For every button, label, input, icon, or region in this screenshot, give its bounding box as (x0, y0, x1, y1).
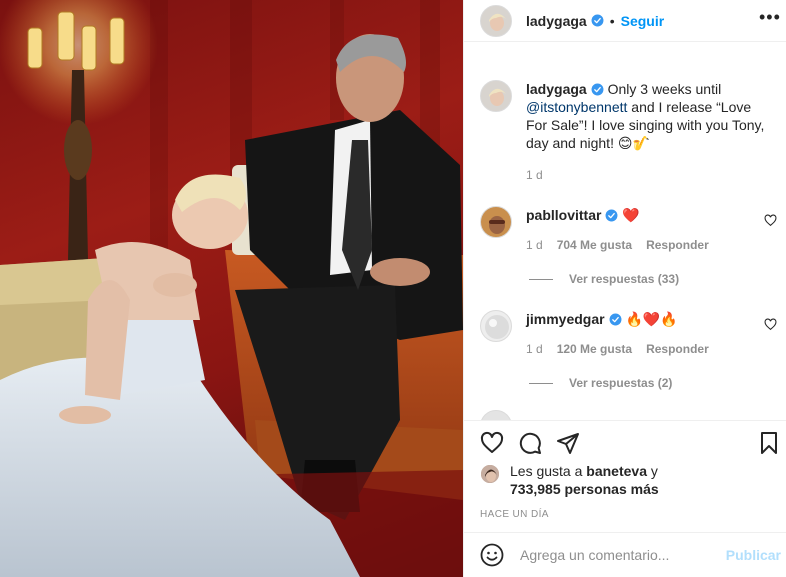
likes-summary: Les gusta a baneteva y 733,985 personas … (480, 462, 659, 498)
comment-like-heart-icon[interactable] (764, 318, 777, 331)
verified-icon (591, 83, 604, 96)
view-replies-label[interactable]: Ver respuestas (2) (569, 376, 672, 390)
post-caption: ladygaga Only 3 weeks until @itstonybenn… (480, 80, 770, 184)
avatar[interactable] (480, 206, 512, 238)
comment-username[interactable]: jimmyedgar (526, 311, 605, 327)
caption-mention-link[interactable]: @itstonybennett (526, 99, 627, 115)
comment-age: 1 d (526, 238, 543, 252)
emoji-icon[interactable] (480, 543, 504, 567)
post-header: ladygaga • Seguir ••• (464, 0, 786, 42)
comment-likes-count[interactable]: 704 Me gusta (557, 238, 632, 252)
verified-icon (591, 14, 604, 27)
avatar[interactable] (480, 80, 512, 112)
like-heart-icon[interactable] (480, 431, 504, 455)
comment-content: jimmyedgar 🔥❤️🔥 1 d 120 Me gusta Responder (526, 310, 709, 358)
liker-username[interactable]: baneteva (586, 463, 647, 479)
share-paper-plane-icon[interactable] (556, 431, 580, 455)
comment-username[interactable]: pabllovittar (526, 207, 601, 223)
view-replies-button[interactable]: Ver respuestas (33) (529, 272, 679, 286)
comment-likes-count[interactable]: 120 Me gusta (557, 342, 632, 356)
caption-text: ladygaga Only 3 weeks until @itstonybenn… (526, 80, 770, 184)
comment-bubble-icon[interactable] (518, 431, 542, 455)
instagram-post: ladygaga • Seguir ••• ladygaga Only 3 we… (0, 0, 786, 577)
post-photo-illustration (0, 0, 463, 577)
caption-username[interactable]: ladygaga (526, 81, 587, 97)
bookmark-icon[interactable] (757, 431, 781, 455)
likes-count-link[interactable]: 733,985 personas más (510, 481, 659, 497)
separator-dot: • (609, 12, 615, 29)
save-button[interactable] (757, 431, 781, 458)
comment-age: 1 d (526, 342, 543, 356)
post-photo[interactable] (0, 0, 463, 577)
likes-joiner: y (650, 463, 658, 479)
add-comment-bar: Agrega un comentario... Publicar (464, 532, 786, 577)
comment-input[interactable]: Agrega un comentario... (520, 547, 726, 563)
action-icons (480, 431, 580, 455)
post-side-panel: ladygaga • Seguir ••• ladygaga Only 3 we… (463, 0, 786, 577)
comment-meta: 1 d 120 Me gusta Responder (526, 340, 709, 358)
comment-like-heart-icon[interactable] (764, 214, 777, 227)
more-options-icon[interactable]: ••• (759, 8, 780, 30)
comment-text: 🔥❤️🔥 (625, 311, 678, 327)
replies-divider-line (529, 382, 553, 384)
post-timestamp[interactable]: HACE UN DÍA (480, 509, 549, 520)
avatar[interactable] (480, 410, 512, 420)
view-replies-label[interactable]: Ver respuestas (33) (569, 272, 679, 286)
reply-button[interactable]: Responder (646, 342, 709, 356)
verified-icon (609, 313, 622, 326)
caption-body-start: Only 3 weeks until (607, 81, 722, 97)
comment-item: pabllovittar ❤️ 1 d 704 Me gusta Responder (480, 206, 770, 254)
reply-button[interactable]: Responder (646, 238, 709, 252)
publish-button[interactable]: Publicar (726, 547, 781, 563)
view-replies-button[interactable]: Ver respuestas (2) (529, 376, 672, 390)
comment-content: pabllovittar ❤️ 1 d 704 Me gusta Responder (526, 206, 709, 254)
likes-prefix: Les gusta a (510, 463, 583, 479)
avatar[interactable] (480, 310, 512, 342)
comment-meta: 1 d 704 Me gusta Responder (526, 236, 709, 254)
comment-text: ❤️ (622, 207, 640, 223)
follow-button[interactable]: Seguir (621, 13, 665, 29)
post-author-username[interactable]: ladygaga (526, 13, 587, 29)
likes-text: Les gusta a baneteva y 733,985 personas … (510, 462, 659, 498)
post-actions: Les gusta a baneteva y 733,985 personas … (464, 420, 786, 532)
caption-age: 1 d (526, 168, 543, 182)
avatar[interactable] (480, 4, 512, 37)
replies-divider-line (529, 278, 553, 280)
liker-avatar[interactable] (480, 464, 500, 484)
comment-item: jimmyedgar 🔥❤️🔥 1 d 120 Me gusta Responder (480, 310, 770, 358)
verified-icon (606, 209, 618, 222)
comments-list[interactable]: ladygaga Only 3 weeks until @itstonybenn… (464, 42, 786, 420)
